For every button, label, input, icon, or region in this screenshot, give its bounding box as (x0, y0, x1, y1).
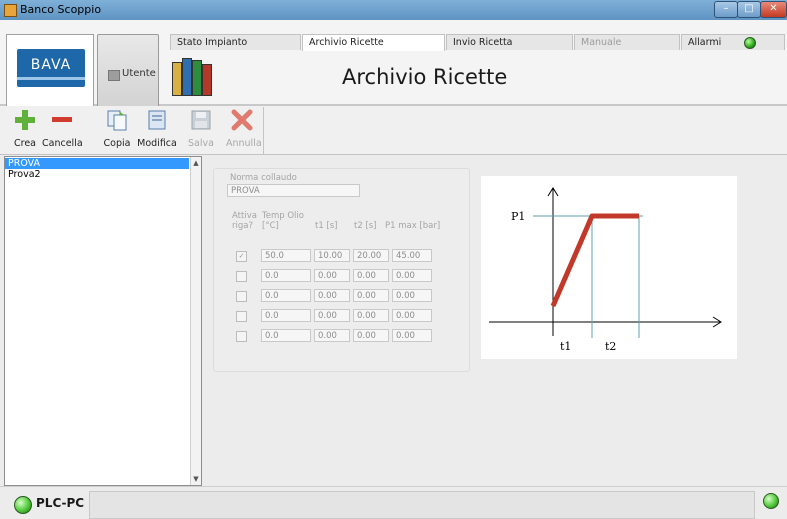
p1-field[interactable]: 0.00 (392, 269, 432, 282)
tab-invio-ricetta[interactable]: Invio Ricetta (446, 34, 573, 50)
tab-archivio-ricette[interactable]: Archivio Ricette (302, 34, 445, 51)
t1-field[interactable]: 0.00 (314, 269, 350, 282)
scroll-up-icon[interactable]: ▲ (191, 158, 201, 168)
copy-icon (107, 110, 127, 131)
recipe-list[interactable]: PROVA Prova2 ▲ ▼ (4, 156, 202, 486)
temp-field[interactable]: 0.0 (261, 289, 311, 302)
attiva-checkbox[interactable] (236, 291, 247, 302)
profile-svg: P1 t1 t2 (489, 187, 722, 353)
alarm-led-icon (744, 37, 756, 49)
minimize-button[interactable]: – (714, 1, 738, 18)
annulla-button[interactable]: Annulla (226, 109, 262, 151)
connection-led-icon (763, 493, 779, 509)
attiva-checkbox[interactable]: ✓ (236, 251, 247, 262)
lock-icon (108, 70, 120, 81)
t2-field[interactable]: 0.00 (353, 309, 389, 322)
plc-status-label: PLC-PC (36, 496, 85, 510)
t1-field[interactable]: 10.00 (314, 249, 350, 262)
tab-bar: Stato Impianto Archivio Ricette Invio Ri… (170, 34, 787, 51)
tab-manuale[interactable]: Manuale (574, 34, 680, 50)
norma-field[interactable]: PROVA (227, 184, 360, 197)
t2-field[interactable]: 0.00 (353, 289, 389, 302)
list-scrollbar[interactable]: ▲ ▼ (190, 157, 201, 485)
list-item[interactable]: Prova2 (5, 169, 189, 180)
save-icon (191, 110, 211, 130)
tab-stato-impianto[interactable]: Stato Impianto (170, 34, 301, 50)
header-temp: Temp Olio [°C] (262, 211, 304, 231)
t2-field[interactable]: 20.00 (353, 249, 389, 262)
p1-field[interactable]: 0.00 (392, 329, 432, 342)
attiva-checkbox[interactable] (236, 271, 247, 282)
header-t1: t1 [s] (315, 221, 338, 231)
t1-field[interactable]: 0.00 (314, 309, 350, 322)
status-bar: PLC-PC (0, 486, 787, 519)
copia-button[interactable]: Copia (101, 109, 133, 151)
edit-document-icon (148, 110, 166, 130)
header-p1: P1 max [bar] (385, 221, 441, 231)
toolbar: Crea Cancella Copia Modifica Salva Annul… (0, 106, 787, 155)
close-button[interactable]: ✕ (760, 1, 787, 18)
utente-label: Utente (122, 68, 156, 79)
p1-field[interactable]: 45.00 (392, 249, 432, 262)
plc-status-led-icon (14, 496, 32, 514)
tab-allarmi[interactable]: Allarmi (681, 34, 785, 50)
temp-field[interactable]: 0.0 (261, 269, 311, 282)
p1-label: P1 (511, 210, 525, 223)
t2-field[interactable]: 0.00 (353, 329, 389, 342)
logo-text: BAVA (30, 57, 72, 73)
header-t2: t2 [s] (354, 221, 377, 231)
header: Stato Impianto Archivio Ricette Invio Ri… (0, 20, 787, 120)
page-title: Archivio Ricette (342, 65, 508, 89)
norma-label: Norma collaudo (230, 173, 297, 183)
plus-icon (15, 110, 35, 130)
books-icon (170, 54, 212, 96)
modifica-button[interactable]: Modifica (137, 109, 177, 151)
cancel-x-icon (231, 109, 253, 131)
status-message-box (89, 491, 755, 519)
pressure-profile-diagram: P1 t1 t2 (481, 176, 737, 359)
p1-field[interactable]: 0.00 (392, 289, 432, 302)
logo-mark: BAVA (17, 49, 85, 87)
temp-field[interactable]: 0.0 (261, 309, 311, 322)
list-item[interactable]: PROVA (5, 158, 189, 169)
window-title: Banco Scoppio (20, 3, 102, 16)
app-window: Banco Scoppio – □ ✕ Stato Impianto Archi… (0, 0, 787, 519)
scroll-down-icon[interactable]: ▼ (191, 474, 201, 484)
t1-label: t1 (560, 340, 571, 353)
p1-field[interactable]: 0.00 (392, 309, 432, 322)
pressure-curve (550, 213, 639, 307)
maximize-button[interactable]: □ (737, 1, 761, 18)
toolbar-divider (263, 107, 264, 154)
title-bar: Banco Scoppio – □ ✕ (0, 0, 787, 21)
t1-field[interactable]: 0.00 (314, 289, 350, 302)
t2-field[interactable]: 0.00 (353, 269, 389, 282)
temp-field[interactable]: 50.0 (261, 249, 311, 262)
cancella-button[interactable]: Cancella (42, 109, 83, 151)
attiva-checkbox[interactable] (236, 331, 247, 342)
app-icon (4, 4, 17, 17)
t1-field[interactable]: 0.00 (314, 329, 350, 342)
temp-field[interactable]: 0.0 (261, 329, 311, 342)
recipe-form: Norma collaudo PROVA Attiva riga? Temp O… (213, 168, 470, 372)
crea-button[interactable]: Crea (10, 109, 40, 151)
salva-button[interactable]: Salva (187, 109, 215, 151)
header-attiva: Attiva riga? (232, 211, 257, 231)
minus-icon (52, 117, 72, 122)
t2-label: t2 (605, 340, 616, 353)
attiva-checkbox[interactable] (236, 311, 247, 322)
